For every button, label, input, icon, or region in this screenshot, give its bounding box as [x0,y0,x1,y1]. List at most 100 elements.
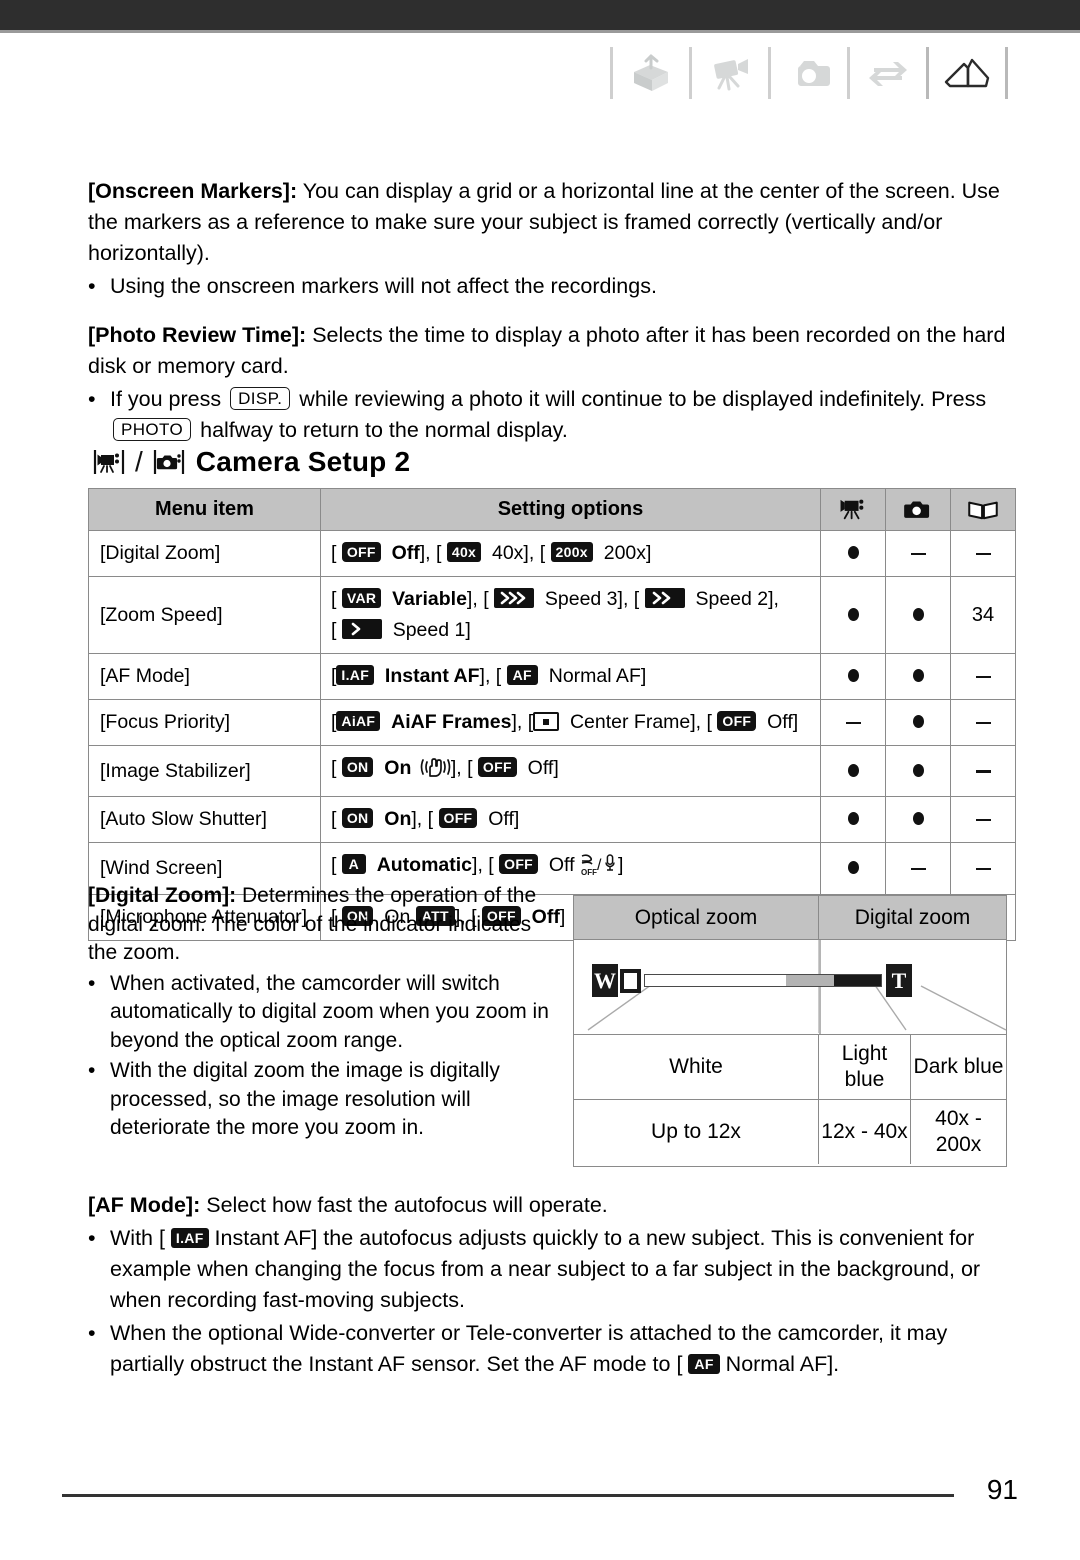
camcorder-icon [702,47,758,99]
mark-photo [885,842,951,895]
open-book-icon [939,47,995,99]
header-menu-item: Menu item [88,488,321,531]
af-mode-term: [AF Mode]: [88,1193,201,1217]
menu-item-focus-priority: [Focus Priority] [88,699,321,746]
option-label: 200x [603,542,647,564]
badge-40x: 40x [446,542,482,562]
disp-key-button[interactable]: DISP. [230,387,291,410]
top-dark-band [0,0,1080,30]
af-mode-bullet-2: • When the optional Wide-converter or Te… [88,1318,1018,1380]
option-label: Speed 2 [695,588,769,610]
options-focus-priority: [AiAF AiAF Frames], [ Center Frame], [ O… [320,699,821,746]
badge-off: OFF [499,854,539,874]
section-separator: / [135,446,143,477]
header-divider [847,47,850,99]
zoom-diagram-rows: White Light blue Dark blue Up to 12x 12x… [574,1035,1006,1164]
svg-text:OFF: OFF [581,868,597,877]
onscreen-markers-term: [Onscreen Markers]: [88,179,298,203]
mark-page: 34 [950,576,1016,654]
mark-video [820,576,886,654]
badge-instant-af: I.AF [170,1228,209,1248]
option-label: Speed 1 [392,619,466,641]
zoom-segment-light-blue [786,975,834,986]
bullet-dot: • [88,1321,96,1345]
mark-photo [885,530,951,577]
zoom-color-dark-blue: Dark blue [913,1055,1004,1078]
header-video-mode-icon [820,488,886,531]
zoom-ranges-row: Up to 12x 12x - 40x 40x - 200x [574,1100,1006,1164]
af-mode-bullet-1-text: With [ I.AF Instant AF] the autofocus ad… [110,1223,1018,1316]
photo-review-paragraph: [Photo Review Time]: Selects the time to… [88,320,1018,446]
zoom-header-digital: Digital zoom [854,905,971,929]
section-heading: / Camera Setup 2 [92,440,410,484]
digital-zoom-explanation: [Digital Zoom]: Determines the operation… [88,882,558,1143]
digital-zoom-body: [Digital Zoom]: Determines the operation… [88,882,558,968]
header-setting-options: Setting options [320,488,821,531]
af-mode-body: [AF Mode]: Select how fast the autofocus… [88,1190,1018,1221]
option-label: Off [488,808,514,830]
badge-on: ON [341,808,374,828]
manual-page: [Onscreen Markers]: You can display a gr… [0,0,1080,1560]
badge-on: ON [341,757,374,777]
camera-setup-table: Menu item Setting options [Digital Zoom]… [88,488,1016,941]
photo-mode-icon [152,446,186,478]
mark-page [950,653,1016,700]
tele-label: T [886,964,912,997]
zoom-range-dark-blue: 40x - 200x [935,1107,982,1156]
options-auto-slow-shutter: [ ON On], [ OFF Off] [320,796,821,843]
photo-review-term: [Photo Review Time]: [88,323,307,347]
mark-page [950,842,1016,895]
badge-automatic: A [341,854,366,874]
mark-page [950,699,1016,746]
zoom-range-optical: Up to 12x [574,1100,819,1164]
menu-item-auto-slow-shutter: [Auto Slow Shutter] [88,796,321,843]
mark-video [820,699,886,746]
bullet-text-part3: halfway to return to the normal display. [194,418,568,442]
zoom-indicator-diagram: Optical zoom Digital zoom W T White Ligh… [573,895,1007,1167]
digital-zoom-bullet-1: • When activated, the camcorder will swi… [88,970,558,1056]
badge-center-frame-icon [533,712,560,731]
badge-off: OFF [477,757,517,777]
table-row: [Focus Priority] [AiAF AiAF Frames], [ C… [88,699,1016,746]
zoom-colors-row: White Light blue Dark blue [574,1035,1006,1100]
mark-photo [885,653,951,700]
wide-marker-square [620,968,641,993]
badge-var: VAR [341,588,382,608]
bullet-dot: • [88,1059,96,1082]
options-image-stabilizer: [ ON On ], [ OFF Off] [320,745,821,797]
mark-photo [885,796,951,843]
mark-photo [885,699,951,746]
option-label: Automatic [376,854,473,876]
badge-off: OFF [438,808,478,828]
table-header-row: Menu item Setting options [88,488,1016,531]
bullet-dot: • [88,971,96,995]
photo-key-button[interactable]: PHOTO [113,418,192,441]
bullet-dot: • [88,1226,96,1250]
option-label: Variable [392,588,467,610]
header-divider [926,47,929,99]
badge-normal-af: AF [688,1354,720,1374]
table-row: [AF Mode] [I.AF Instant AF], [ AF Normal… [88,653,1016,700]
photo-review-bullet-text: If you press DISP. while reviewing a pho… [110,384,1018,446]
mark-video [820,653,886,700]
badge-instant-af: I.AF [336,665,375,685]
menu-item-zoom-speed: [Zoom Speed] [88,576,321,654]
header-divider [1005,47,1008,99]
option-label: Off [527,757,554,779]
mark-page [950,796,1016,843]
header-photo-mode-icon [885,488,951,531]
option-label: On [384,757,412,779]
digital-zoom-bullet-2: • With the digital zoom the image is dig… [88,1057,558,1143]
table-row: [Digital Zoom] [ OFF Off], [ 40x 40x], [… [88,530,1016,577]
page-number: 91 [986,1474,1018,1505]
mark-page [950,530,1016,577]
option-label: Off [767,711,793,733]
option-label: Speed 3 [544,588,618,610]
transfer-arrows-icon [860,47,916,99]
zoom-segment-optical [645,975,786,986]
mark-video [820,796,886,843]
option-label: Normal AF [548,665,641,687]
bullet-dot: • [88,387,96,411]
af-bullet1-part1: With [ [110,1226,171,1250]
mark-video [820,530,886,577]
